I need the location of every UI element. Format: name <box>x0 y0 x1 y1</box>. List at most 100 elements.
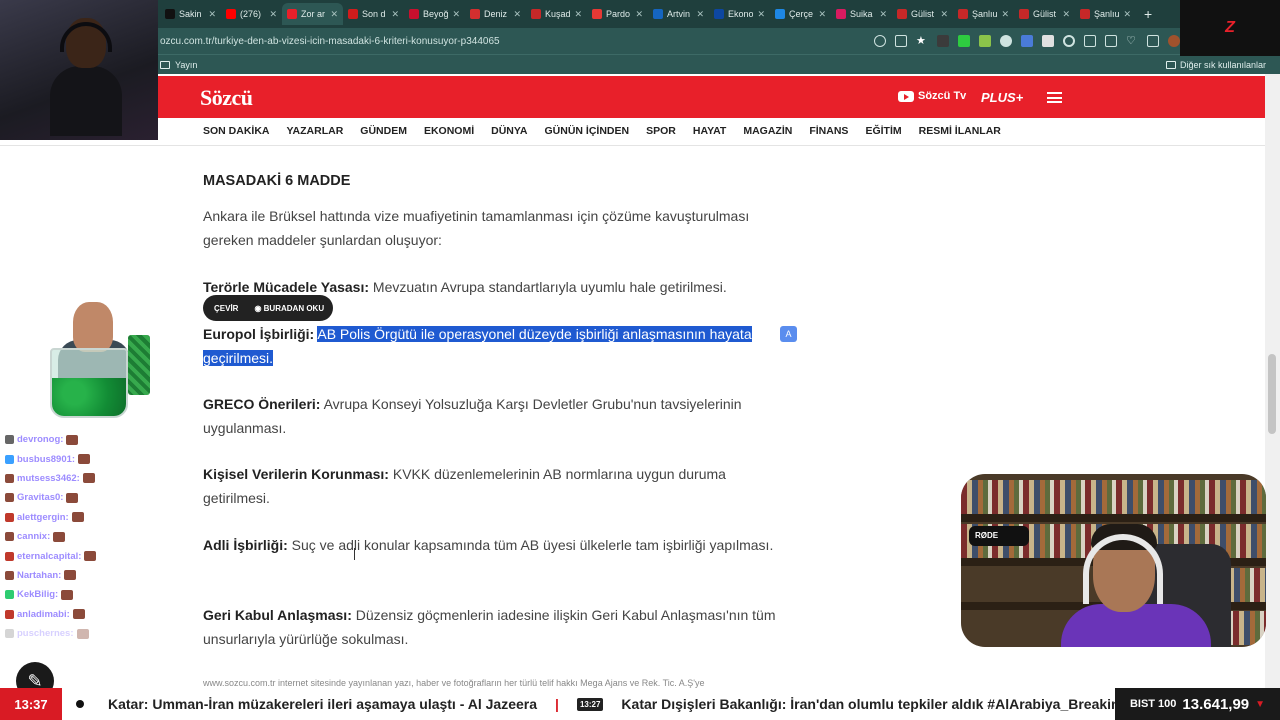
item-judicial: Adli İşbirliği: Suç ve adli konular kaps… <box>203 534 783 558</box>
chat-username: Nartahan: <box>17 569 62 581</box>
new-tab-button[interactable]: + <box>1144 6 1152 22</box>
nav-item[interactable]: FİNANS <box>809 125 848 137</box>
scrollbar-thumb[interactable] <box>1268 354 1276 434</box>
nav-item[interactable]: RESMİ İLANLAR <box>919 125 1001 137</box>
chat-message: alettgergin: <box>5 508 155 527</box>
extension-icon[interactable] <box>937 35 949 47</box>
chat-emote-icon <box>82 473 95 484</box>
site-header: Sözcü Sözcü Tv PLUS+ <box>0 76 1265 118</box>
menu-icon[interactable] <box>1047 92 1062 103</box>
browser-tab[interactable]: Artvin ✕ <box>648 3 709 25</box>
nav-list: SON DAKİKA YAZARLAR GÜNDEM EKONOMİ DÜNYA GÜNÜ… <box>203 125 1018 137</box>
tab-close-icon[interactable]: ✕ <box>1123 9 1131 20</box>
site-logo[interactable]: Sözcü <box>200 85 253 111</box>
nav-item[interactable]: DÜNYA <box>491 125 527 137</box>
nav-item[interactable]: MAGAZİN <box>743 125 792 137</box>
browser-tab[interactable]: Zor ar ✕ <box>282 3 343 25</box>
ticker-headline: Katar: Umman-İran müzakereleri ileri aşa… <box>108 696 538 712</box>
browser-tab[interactable]: Kuşad ✕ <box>526 3 587 25</box>
browser-tab[interactable]: (276) ✕ <box>221 3 282 25</box>
star-icon[interactable]: ★ <box>916 35 928 47</box>
browser-tab[interactable]: Deniz ✕ <box>465 3 526 25</box>
bookmark-yayin[interactable]: Yayın <box>175 60 197 70</box>
profile-avatar[interactable] <box>1168 35 1180 47</box>
other-bookmarks-label: Diğer sık kullanılanlar <box>1179 59 1266 70</box>
nav-item[interactable]: HAYAT <box>693 125 726 137</box>
bist-index: BIST 100 13.641,99 ▼ <box>1115 688 1280 720</box>
tab-label: Şanlıu <box>972 9 998 19</box>
tab-close-icon[interactable]: ✕ <box>574 9 582 20</box>
browser-tab[interactable]: Suika ✕ <box>831 3 892 25</box>
chat-message: mutsess3462: <box>5 469 155 488</box>
nav-item[interactable]: GÜNDEM <box>360 125 407 137</box>
bist-value: 13.641,99 <box>1182 695 1250 713</box>
chat-badge-icon <box>5 629 14 639</box>
sozcu-tv-link[interactable]: Sözcü Tv <box>898 90 966 102</box>
tab-favicon <box>1080 9 1090 19</box>
tab-close-icon[interactable]: ✕ <box>940 9 948 20</box>
nav-item[interactable]: YAZARLAR <box>287 125 344 137</box>
tab-favicon <box>836 9 846 19</box>
nav-item[interactable]: EKONOMİ <box>424 125 474 137</box>
heart-icon[interactable]: ♡ <box>1126 35 1138 47</box>
tab-close-icon[interactable]: ✕ <box>208 9 216 20</box>
battery-icon[interactable] <box>958 35 970 47</box>
page-scrollbar[interactable] <box>1265 74 1280 688</box>
translate-icon[interactable]: A <box>780 326 797 342</box>
tab-close-icon[interactable]: ✕ <box>1062 9 1070 20</box>
nav-item[interactable]: SON DAKİKA <box>203 125 270 137</box>
item-readmission: Geri Kabul Anlaşması: Düzensiz göçmenler… <box>203 604 783 651</box>
tab-close-icon[interactable]: ✕ <box>1001 9 1009 20</box>
eye-icon[interactable] <box>1000 35 1012 47</box>
read-here-button[interactable]: ◉ BURADAN OKU <box>254 304 324 313</box>
tab-close-icon[interactable]: ✕ <box>513 9 521 20</box>
nav-item[interactable]: SPOR <box>646 125 676 137</box>
zoom-icon[interactable] <box>874 35 886 47</box>
tab-close-icon[interactable]: ✕ <box>269 9 277 20</box>
tab-close-icon[interactable]: ✕ <box>818 9 826 20</box>
item-kvkk: Kişisel Verilerin Korunması: KVKK düzenl… <box>203 463 783 510</box>
tab-close-icon[interactable]: ✕ <box>879 9 887 20</box>
browser-tab[interactable]: Gülist ✕ <box>1014 3 1075 25</box>
stream-chat: devronog: busbus8901: mutsess3462: Gravitas… <box>5 430 155 643</box>
reader-icon[interactable] <box>895 35 907 47</box>
grid-icon[interactable] <box>979 35 991 47</box>
translate-popup: ÇEVİR ◉ BURADAN OKU <box>203 295 333 321</box>
browser-tab[interactable]: Beyoğ ✕ <box>404 3 465 25</box>
other-bookmarks[interactable]: Diğer sık kullanılanlar <box>1165 59 1266 70</box>
browser-tab[interactable]: Şanlıu ✕ <box>953 3 1014 25</box>
plus-link[interactable]: PLUS+ <box>981 90 1023 105</box>
favorites-icon[interactable] <box>1105 35 1117 47</box>
nav-item[interactable]: EĞİTİM <box>865 125 901 137</box>
browser-tab[interactable]: Şanlıu ✕ <box>1075 3 1136 25</box>
browser-tab[interactable]: Çerçe ✕ <box>770 3 831 25</box>
chat-message: puschernes: <box>5 624 155 643</box>
chat-message: KekBilig: <box>5 585 155 604</box>
tab-close-icon[interactable]: ✕ <box>391 9 399 20</box>
tab-close-icon[interactable]: ✕ <box>635 9 643 20</box>
collections-icon[interactable] <box>1147 35 1159 47</box>
tab-label: Gülist <box>911 9 935 19</box>
browser-tab[interactable]: Son d ✕ <box>343 3 404 25</box>
url-field[interactable]: ozcu.com.tr/turkiye-den-ab-vizesi-icin-m… <box>160 36 874 47</box>
chat-emote-icon <box>61 589 74 600</box>
tab-close-icon[interactable]: ✕ <box>757 9 765 20</box>
ticker-mini-time: 13:27 <box>576 697 604 711</box>
nav-item[interactable]: GÜNÜN İÇİNDEN <box>545 125 630 137</box>
browser-tab[interactable]: Ekono ✕ <box>709 3 770 25</box>
tab-close-icon[interactable]: ✕ <box>452 9 460 20</box>
chat-badge-icon <box>5 493 14 503</box>
browser-tab[interactable]: Pardo ✕ <box>587 3 648 25</box>
split-icon[interactable] <box>1084 35 1096 47</box>
browser-tab[interactable]: Sakin ✕ <box>160 3 221 25</box>
browser-tab[interactable]: Gülist ✕ <box>892 3 953 25</box>
tab-close-icon[interactable]: ✕ <box>696 9 704 20</box>
item-title: Kişisel Verilerin Korunması: <box>203 466 389 482</box>
s-ext-icon[interactable] <box>1042 35 1054 47</box>
refresh-icon[interactable] <box>1063 35 1075 47</box>
tab-close-icon[interactable]: ✕ <box>330 9 338 20</box>
chat-emote-icon <box>78 454 91 465</box>
tab-favicon <box>348 9 358 19</box>
translate-ext-icon[interactable] <box>1021 35 1033 47</box>
translate-button[interactable]: ÇEVİR <box>214 304 238 313</box>
